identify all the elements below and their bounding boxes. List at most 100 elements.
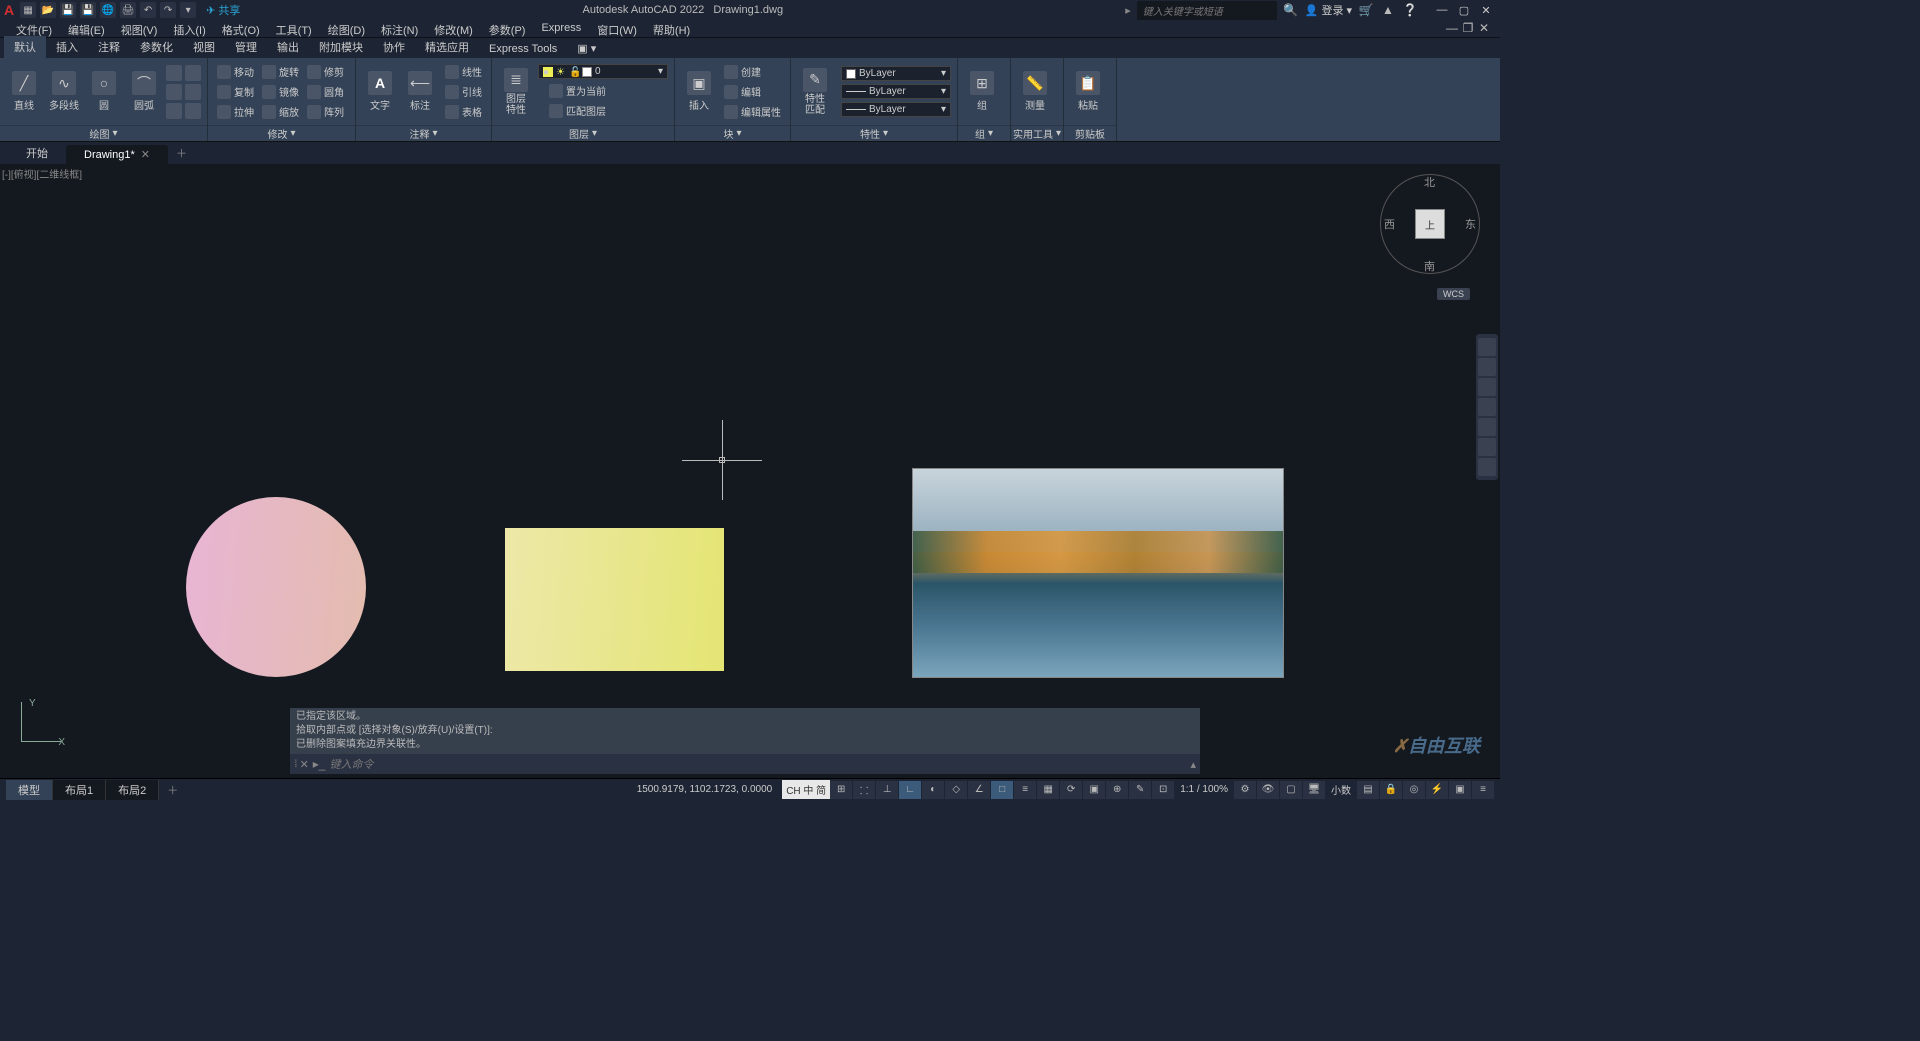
insert-block-button[interactable]: ▣插入 — [681, 64, 717, 120]
3dosnap-toggle[interactable]: ▣ — [1083, 781, 1105, 799]
edit-attr-button[interactable]: 编辑属性 — [721, 103, 784, 120]
edit-block-button[interactable]: 编辑 — [721, 83, 784, 100]
doc-restore-button[interactable]: ❐ — [1460, 20, 1476, 36]
menu-tools[interactable]: 工具(T) — [268, 20, 320, 37]
region-icon[interactable] — [185, 103, 201, 119]
qat-saveas-icon[interactable]: 💾 — [80, 2, 96, 18]
ws-toggle[interactable]: ▢ — [1280, 781, 1302, 799]
menu-modify[interactable]: 修改(M) — [426, 20, 481, 37]
drawing-canvas[interactable]: [-][俯视][二维线框] 上 北 南 西 东 WCS Y X 已指定该区域。 … — [0, 164, 1500, 778]
transparency-toggle[interactable]: ▦ — [1037, 781, 1059, 799]
ribbon-tab-more[interactable]: ▣ ▾ — [567, 39, 606, 58]
search-input[interactable]: 键入关键字或短语 — [1137, 1, 1277, 20]
ucs-icon[interactable]: Y X — [15, 698, 65, 748]
makecurrent-button[interactable]: 置为当前 — [546, 82, 609, 99]
menu-format[interactable]: 格式(O) — [214, 20, 268, 37]
arc-button[interactable]: ⌒圆弧 — [126, 64, 162, 120]
cycling-toggle[interactable]: ⟳ — [1060, 781, 1082, 799]
drawing-circle[interactable] — [186, 497, 366, 677]
panel-group-title[interactable]: 组 ▾ — [958, 125, 1010, 141]
dyn-toggle[interactable]: ⊕ — [1106, 781, 1128, 799]
qat-web-icon[interactable]: 🌐 — [100, 2, 116, 18]
share-button[interactable]: ✈ 共享 — [206, 2, 240, 18]
line-button[interactable]: ╱直线 — [6, 64, 42, 120]
qat-redo-icon[interactable]: ↷ — [160, 2, 176, 18]
ime-indicator[interactable]: CH 中 简 — [782, 780, 830, 799]
layout-tab-model[interactable]: 模型 — [6, 780, 53, 800]
qp-toggle[interactable]: ✎ — [1129, 781, 1151, 799]
ribbon-tab-featured[interactable]: 精选应用 — [415, 36, 479, 58]
ribbon-tab-collaborate[interactable]: 协作 — [373, 36, 415, 58]
doc-close-button[interactable]: ✕ — [1476, 20, 1492, 36]
cmd-close-icon[interactable]: ✕ — [300, 758, 309, 771]
panel-layer-title[interactable]: 图层 ▾ — [492, 125, 674, 141]
text-button[interactable]: A文字 — [362, 64, 398, 120]
color-combo[interactable]: ByLayer▾ — [841, 66, 951, 81]
ribbon-tab-addins[interactable]: 附加模块 — [309, 36, 373, 58]
grid-toggle[interactable]: ⊞ — [830, 781, 852, 799]
dimension-button[interactable]: ⟵标注 — [402, 64, 438, 120]
view-cube[interactable]: 上 北 南 西 东 — [1380, 174, 1480, 274]
nav-more-icon[interactable] — [1478, 438, 1496, 456]
panel-props-title[interactable]: 特性 ▾ — [791, 125, 957, 141]
layer-combo[interactable]: ● ☀ 🔓 0 ▾ — [538, 64, 668, 79]
copy-button[interactable]: 复制 — [214, 83, 257, 100]
layout-tab-add[interactable]: ＋ — [159, 780, 186, 800]
ribbon-tab-home[interactable]: 默认 — [4, 36, 46, 58]
circle-button[interactable]: ○圆 — [86, 64, 122, 120]
trim-button[interactable]: 修剪 — [304, 63, 347, 80]
fillet-button[interactable]: 圆角 — [304, 83, 347, 100]
menu-express[interactable]: Express — [533, 20, 589, 37]
cart-icon[interactable]: 🛒 — [1358, 2, 1374, 18]
nav-fullnav-icon[interactable] — [1478, 338, 1496, 356]
menu-file[interactable]: 文件(F) — [8, 20, 60, 37]
customize-toggle[interactable]: ≡ — [1472, 781, 1494, 799]
nav-orbit-icon[interactable] — [1478, 398, 1496, 416]
ribbon-tab-insert[interactable]: 插入 — [46, 36, 88, 58]
sc-toggle[interactable]: ⊡ — [1152, 781, 1174, 799]
point-icon[interactable] — [166, 103, 182, 119]
move-button[interactable]: 移动 — [214, 63, 257, 80]
ribbon-tab-parametric[interactable]: 参数化 — [130, 36, 183, 58]
ribbon-tab-annotate[interactable]: 注释 — [88, 36, 130, 58]
array-button[interactable]: 阵列 — [304, 103, 347, 120]
panel-draw-title[interactable]: 绘图 ▾ — [0, 125, 207, 141]
units-display[interactable]: 小数 — [1325, 782, 1357, 797]
help-icon[interactable]: ❔ — [1402, 2, 1418, 18]
rect-icon[interactable] — [166, 65, 182, 81]
login-button[interactable]: 👤 登录 ▾ — [1305, 2, 1352, 18]
panel-annot-title[interactable]: 注释 ▾ — [356, 125, 491, 141]
ribbon-tab-manage[interactable]: 管理 — [225, 36, 267, 58]
measure-button[interactable]: 📏测量 — [1017, 64, 1053, 120]
doc-tab-start[interactable]: 开始 — [8, 142, 66, 164]
layout-tab-1[interactable]: 布局1 — [53, 780, 106, 800]
spline-icon[interactable] — [185, 65, 201, 81]
group-button[interactable]: ⊞组 — [964, 64, 1000, 120]
wcs-label[interactable]: WCS — [1437, 288, 1470, 300]
annoscale-toggle[interactable]: ⚙ — [1234, 781, 1256, 799]
a360-icon[interactable]: ▲ — [1380, 2, 1396, 18]
quickprops-toggle[interactable]: ▤ — [1357, 781, 1379, 799]
qat-undo-icon[interactable]: ↶ — [140, 2, 156, 18]
hwacc-toggle[interactable]: ⚡ — [1426, 781, 1448, 799]
lock-ui-toggle[interactable]: 🔒 — [1380, 781, 1402, 799]
menu-insert[interactable]: 插入(I) — [165, 20, 213, 37]
lwt-toggle[interactable]: ≡ — [1014, 781, 1036, 799]
nav-showmotion-icon[interactable] — [1478, 418, 1496, 436]
compass-north[interactable]: 北 — [1424, 174, 1435, 190]
close-button[interactable]: ✕ — [1476, 2, 1496, 18]
ribbon-tab-output[interactable]: 输出 — [267, 36, 309, 58]
lineweight-combo[interactable]: ByLayer▾ — [841, 84, 951, 99]
drawing-rectangle[interactable] — [505, 528, 724, 671]
layout-tab-2[interactable]: 布局2 — [106, 780, 159, 800]
polar-toggle[interactable]: ◐ — [922, 781, 944, 799]
layer-props-button[interactable]: ≣图层 特性 — [498, 64, 534, 120]
menu-draw[interactable]: 绘图(D) — [320, 20, 373, 37]
monitor-toggle[interactable]: 🖥 — [1303, 781, 1325, 799]
otrack-toggle[interactable]: ∠ — [968, 781, 990, 799]
osnap-toggle[interactable]: □ — [991, 781, 1013, 799]
doc-tab-drawing1[interactable]: Drawing1*✕ — [66, 145, 168, 164]
maximize-button[interactable]: ▢ — [1454, 2, 1474, 18]
qat-save-icon[interactable]: 💾 — [60, 2, 76, 18]
clean-toggle[interactable]: ▣ — [1449, 781, 1471, 799]
